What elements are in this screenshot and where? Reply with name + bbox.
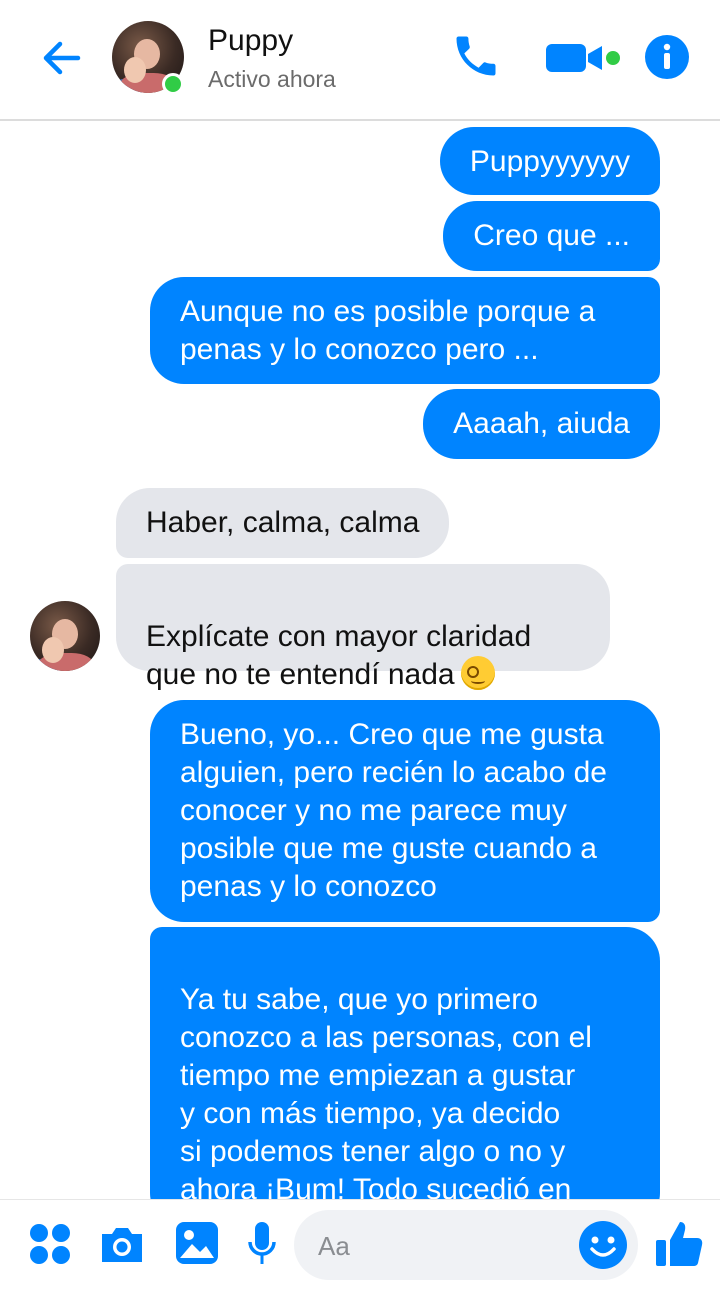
contact-status: Activo ahora bbox=[208, 66, 336, 92]
message-input-box[interactable] bbox=[294, 1210, 638, 1282]
message-bubble-incoming[interactable]: Explícate con mayor claridad que no te e… bbox=[116, 564, 610, 691]
info-icon[interactable] bbox=[644, 34, 690, 80]
chat-header: Puppy Activo ahora bbox=[0, 0, 720, 121]
video-camera-icon[interactable] bbox=[544, 38, 624, 78]
message-bubble-outgoing[interactable]: Aaaah, aiuda bbox=[423, 389, 660, 459]
contact-name[interactable]: Puppy bbox=[208, 24, 293, 58]
thumbs-up-icon[interactable] bbox=[654, 1218, 706, 1270]
back-arrow-icon[interactable] bbox=[38, 34, 86, 82]
message-bubble-outgoing[interactable]: Aunque no es posible porque a penas y lo… bbox=[150, 277, 660, 384]
message-bubble-outgoing[interactable]: Bueno, yo... Creo que me gusta alguien, … bbox=[150, 700, 660, 922]
microphone-icon[interactable] bbox=[246, 1220, 278, 1270]
avatar bbox=[30, 601, 100, 671]
apps-icon[interactable] bbox=[28, 1222, 72, 1266]
phone-icon[interactable] bbox=[450, 30, 502, 82]
message-bubble-outgoing[interactable]: Puppyyyyyy bbox=[439, 127, 660, 195]
message-composer bbox=[0, 1199, 720, 1290]
woozy-face-emoji-icon bbox=[460, 656, 495, 690]
message-text: Ya tu sabe, que yo primero conozco a las… bbox=[180, 983, 592, 1199]
message-bubble-outgoing[interactable]: Ya tu sabe, que yo primero conozco a las… bbox=[150, 927, 660, 1199]
sender-avatar[interactable] bbox=[30, 601, 100, 671]
contact-avatar[interactable] bbox=[112, 21, 184, 95]
message-bubble-outgoing[interactable]: Creo que ... bbox=[443, 201, 660, 271]
message-bubble-incoming[interactable]: Haber, calma, calma bbox=[116, 488, 450, 558]
online-status-dot bbox=[162, 73, 184, 95]
message-thread[interactable]: Puppyyyyyy Creo que ... Aunque no es pos… bbox=[0, 121, 720, 1199]
emoji-icon[interactable] bbox=[578, 1220, 628, 1270]
camera-icon[interactable] bbox=[98, 1222, 146, 1266]
message-input[interactable] bbox=[316, 1210, 590, 1282]
gallery-icon[interactable] bbox=[174, 1220, 220, 1266]
